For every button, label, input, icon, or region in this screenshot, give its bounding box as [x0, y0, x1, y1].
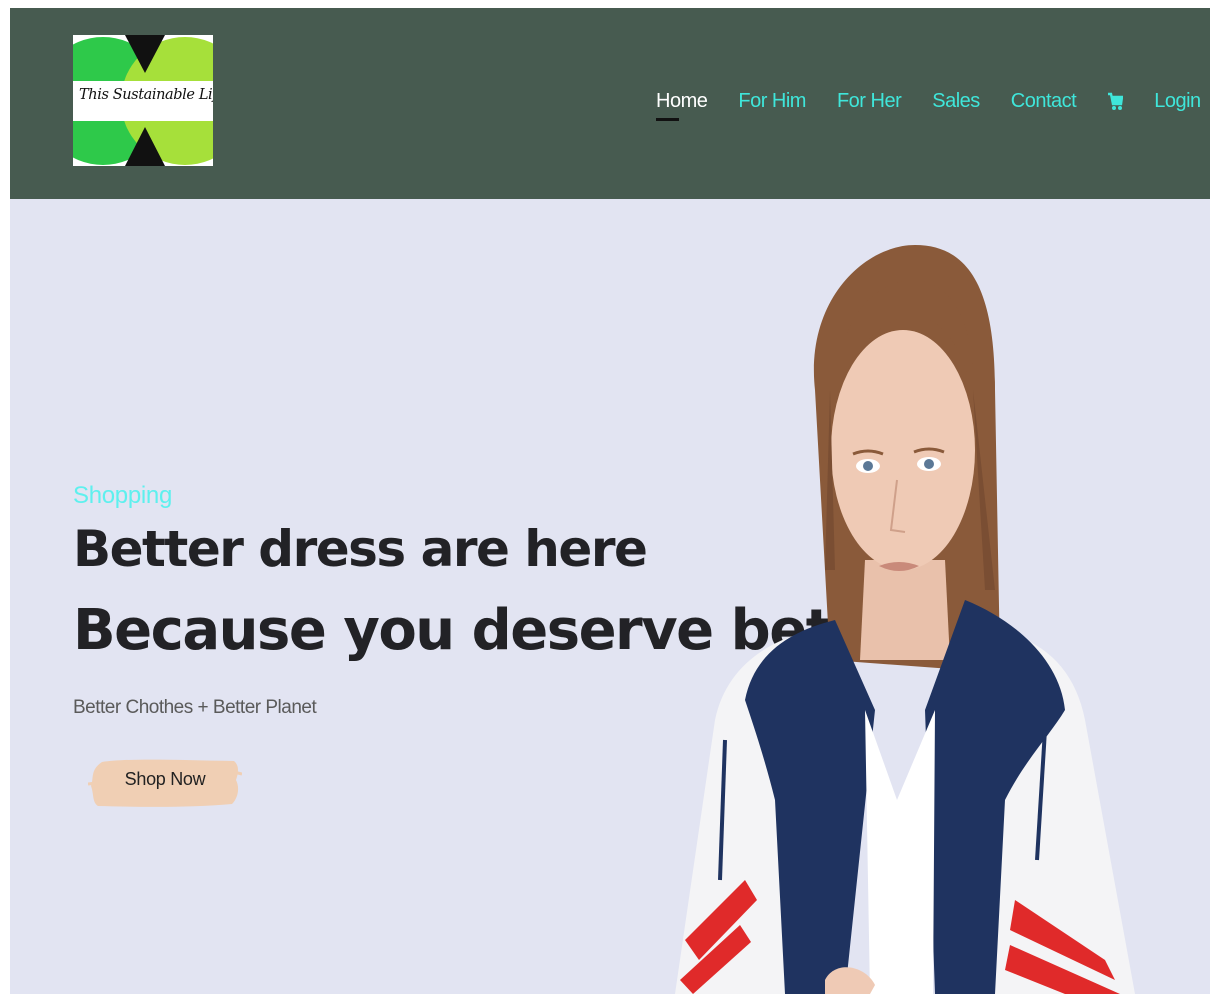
nav-for-him[interactable]: For Him — [738, 90, 806, 113]
hero-subtitle: Better Chothes + Better Planet — [73, 697, 317, 718]
logo-text: This Sustainable Life — [79, 87, 213, 103]
nav-login[interactable]: Login — [1154, 90, 1201, 113]
shopping-cart-icon[interactable] — [1107, 92, 1124, 112]
shop-now-button[interactable]: Shop Now — [88, 756, 242, 810]
nav-home[interactable]: Home — [656, 90, 708, 121]
hero-model-image — [665, 240, 1135, 994]
brand-logo[interactable]: This Sustainable Life — [73, 35, 213, 166]
hero-eyebrow: Shopping — [73, 482, 173, 509]
page-frame: This Sustainable Life Home For Him For H… — [10, 8, 1210, 994]
main-nav: Home For Him For Her Sales Contact Login — [656, 90, 1201, 121]
shop-now-label: Shop Now — [124, 769, 206, 789]
navbar: This Sustainable Life Home For Him For H… — [10, 8, 1210, 199]
nav-for-her[interactable]: For Her — [837, 90, 902, 113]
nav-contact[interactable]: Contact — [1011, 90, 1077, 113]
hero-headline-line-1: Better dress are here — [73, 520, 648, 578]
nav-sales[interactable]: Sales — [932, 90, 980, 113]
